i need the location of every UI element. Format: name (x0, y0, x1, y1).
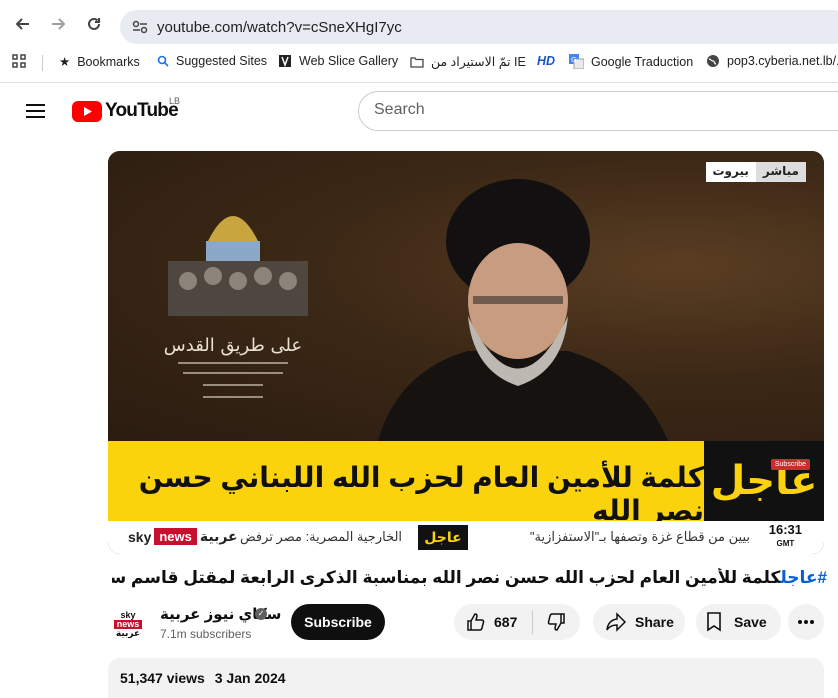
bookmark-label: Web Slice Gallery (299, 54, 399, 68)
like-button[interactable]: 687 (454, 604, 532, 640)
hamburger-icon (26, 104, 45, 106)
bookmark-label: تمّ الاستيراد من IE (431, 55, 526, 69)
bookmark-bookmarks[interactable]: ★ Bookmarks (59, 54, 140, 70)
share-button[interactable]: Share (593, 604, 685, 640)
upload-date: 3 Jan 2024 (214, 670, 286, 686)
globe-icon (706, 54, 720, 68)
title-hashtag[interactable]: #عاجل (780, 568, 827, 587)
speaker-figure (378, 179, 668, 441)
title-text: كلمة للأمين العام لحزب الله حسن نصر الله… (112, 568, 781, 587)
url-text[interactable]: youtube.com/watch?v=cSneXHgI7yc (157, 19, 402, 36)
banner-headline: كلمة للأمين العام لحزب الله اللبناني حسن… (138, 462, 704, 526)
ticker-clock: 16:31 GMT (769, 523, 802, 551)
hamburger-icon (26, 110, 45, 112)
share-icon (606, 612, 627, 632)
save-button[interactable]: Save (696, 604, 781, 640)
save-label: Save (734, 614, 767, 630)
browser-toolbar: youtube.com/watch?v=cSneXHgI7yc (0, 5, 838, 45)
sky-news-arabia-logo: sky news عربية (128, 528, 238, 545)
country-code: LB (169, 96, 181, 106)
dome-poster-graphic: على طريق القدس (164, 216, 308, 398)
bookmark-hd[interactable]: HD (537, 54, 555, 68)
ticker-breaking-tag: عاجل (418, 525, 468, 550)
avatar-arabic: عربية (115, 627, 141, 638)
bookmark-imported-ie[interactable]: تمّ الاستيراد من IE (410, 54, 526, 69)
youtube-play-icon (72, 100, 102, 122)
reload-icon (88, 17, 100, 30)
verified-badge-icon: ✓ (255, 608, 267, 620)
bookmark-label: pop3.cyberia.net.lb/... (727, 54, 838, 68)
bookmark-label: Google Traduction (591, 54, 694, 69)
video-frame: على طريق القدس بيروت مباشر (108, 151, 824, 441)
ticker-text-right: بيين من قطاع غزة وتصفها بـ"الاستفزازية" (529, 529, 750, 544)
menu-button[interactable] (22, 99, 50, 123)
channel-avatar[interactable]: sky news عربية (108, 604, 148, 644)
star-icon: ★ (59, 55, 71, 69)
ticker-text-left: الخارجية المصرية: مصر ترفض (240, 529, 403, 544)
live-location-tag: بيروت مباشر (705, 162, 806, 182)
bookmark-label: Bookmarks (77, 54, 140, 69)
back-arrow-icon (15, 18, 29, 30)
svg-text:G: G (571, 56, 576, 64)
live-label: مباشر (755, 162, 806, 182)
site-settings-icon[interactable] (132, 20, 148, 34)
logo-wordmark: YouTube (105, 100, 179, 121)
location-label: بيروت (705, 162, 756, 182)
bookmark-suggested-sites[interactable]: Suggested Sites (157, 54, 267, 68)
ticker-timezone: GMT (776, 539, 795, 548)
subscriber-count: 7.1m subscribers (160, 627, 252, 641)
video-player[interactable]: على طريق القدس بيروت مباشر كلمة للأمين ا… (108, 151, 824, 554)
subscribe-button[interactable]: Subscribe (291, 604, 385, 640)
apps-button[interactable] (12, 54, 26, 68)
hd-icon: HD (537, 54, 556, 68)
view-count: 51,347 views (120, 670, 205, 686)
bookmark-google-traduction[interactable]: G Google Traduction (569, 54, 693, 69)
hamburger-icon (26, 116, 45, 118)
logo-sky: sky (128, 528, 152, 545)
bookmark-label: Suggested Sites (176, 54, 268, 68)
logo-news: news (154, 528, 197, 545)
bookmarks-divider (42, 55, 43, 71)
forward-button[interactable] (43, 9, 73, 39)
poster-calligraphy: على طريق القدس (164, 335, 302, 356)
web-slice-icon (278, 54, 292, 68)
more-actions-button[interactable] (788, 604, 824, 640)
bookmark-pop3-cyberia[interactable]: pop3.cyberia.net.lb/... (706, 54, 838, 68)
thumbs-down-icon (547, 613, 565, 631)
translate-icon: G (569, 54, 584, 69)
ticker-time: 16:31 (768, 522, 802, 537)
bookmark-icon (707, 612, 721, 632)
dislike-button[interactable] (533, 604, 579, 640)
forward-arrow-icon (52, 18, 66, 30)
share-label: Share (635, 614, 674, 630)
search-input[interactable] (374, 101, 814, 119)
address-bar[interactable]: youtube.com/watch?v=cSneXHgI7yc (120, 10, 838, 44)
breaking-news-banner: كلمة للأمين العام لحزب الله اللبناني حسن… (108, 441, 824, 526)
logo-arabic: عربية (199, 528, 238, 544)
bookmarks-bar: ★ Bookmarks Suggested Sites Web Slice Ga… (0, 49, 838, 77)
news-ticker: sky news عربية الخارجية المصرية: مصر ترف… (108, 521, 824, 554)
more-horizontal-icon (798, 620, 814, 624)
description-box[interactable]: 51,347 views 3 Jan 2024 (108, 658, 824, 698)
video-title: #عاجلكلمة للأمين العام لحزب الله حسن نصر… (112, 568, 827, 588)
browser-chrome: youtube.com/watch?v=cSneXHgI7yc ★ Bookma… (0, 0, 838, 83)
apps-grid-icon (12, 54, 26, 68)
description-meta: 51,347 views 3 Jan 2024 (120, 670, 286, 686)
back-button[interactable] (8, 9, 38, 39)
subscribe-label: Subscribe (304, 614, 372, 630)
youtube-header: YouTube LB (0, 83, 838, 139)
search-box[interactable] (358, 91, 838, 131)
subscribe-watermark[interactable]: Subscribe (770, 459, 810, 470)
banner-breaking-tag: عاجل (704, 441, 824, 521)
thumbs-up-icon (467, 613, 485, 631)
ticker-breaking-label: عاجل (424, 529, 462, 545)
like-dislike-group: 687 (454, 604, 580, 640)
search-icon (157, 55, 169, 67)
youtube-logo[interactable]: YouTube (72, 100, 179, 122)
like-count: 687 (494, 614, 518, 630)
reload-button[interactable] (79, 9, 109, 39)
bookmark-web-slice-gallery[interactable]: Web Slice Gallery (278, 54, 398, 68)
folder-icon (410, 56, 424, 68)
